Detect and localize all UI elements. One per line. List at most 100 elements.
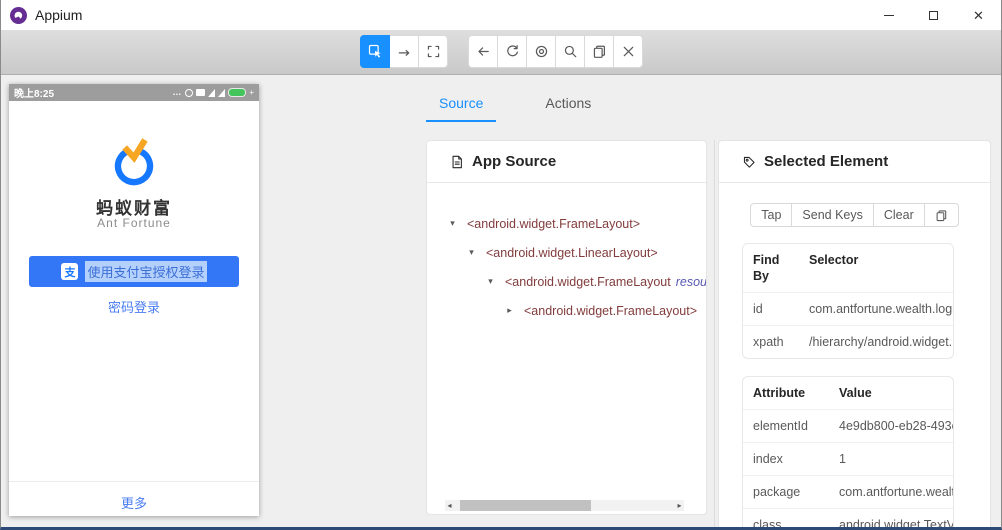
battery-icon <box>228 88 247 97</box>
tab-source[interactable]: Source <box>426 88 497 122</box>
minimize-icon <box>883 14 894 16</box>
xml-attribute: resou <box>675 274 706 289</box>
caret-down-icon[interactable]: ▾ <box>466 247 477 258</box>
tap-by-coordinates-button[interactable] <box>418 35 448 68</box>
tree-node[interactable]: ▾ <android.widget.FrameLayout resou <box>427 267 706 296</box>
eye-icon <box>535 45 547 58</box>
attribute-table: Attribute Value elementId 4e9db800-eb28-493… <box>742 376 954 530</box>
caret-right-icon[interactable]: ▸ <box>504 305 515 316</box>
more-link[interactable]: 更多 <box>9 493 259 512</box>
row-value: 4e9db800-eb28-493e-a867-3af <box>839 419 953 433</box>
row-value: com.antfortune.wealth <box>839 485 953 499</box>
alipay-login-label: 使用支付宝授权登录 <box>85 261 207 282</box>
find-by-table: Find By Selector id com.antfortune.wealth.l… <box>742 243 954 359</box>
brand-name-en: Ant Fortune <box>97 216 171 230</box>
alipay-login-button[interactable]: 支 使用支付宝授权登录 <box>29 256 239 287</box>
search-icon <box>564 45 576 58</box>
select-elements-button[interactable] <box>360 35 390 68</box>
row-value: /hierarchy/android.widget.FrameLayout <box>809 335 953 349</box>
xml-tag: <android.widget.LinearLayout> <box>486 245 658 260</box>
row-value: android.widget.TextVi <box>839 518 953 530</box>
selected-element-panel: Selected Element Tap Send Keys Clear Fin… <box>718 140 991 530</box>
device-time: 晚上8:25 <box>14 89 55 100</box>
panel-divider <box>714 140 715 527</box>
document-icon <box>452 155 462 168</box>
column-header: Value <box>839 386 872 400</box>
minimize-button[interactable] <box>866 0 911 30</box>
caret-down-icon[interactable]: ▾ <box>447 218 458 229</box>
signal-icon <box>208 88 216 97</box>
alarm-icon <box>185 88 194 97</box>
close-button[interactable]: ✕ <box>956 0 1001 30</box>
session-actions-group <box>468 35 643 68</box>
message-icon <box>196 89 206 96</box>
selected-element-title: Selected Element <box>764 153 889 170</box>
inspector-tabs: Source Actions <box>426 88 604 122</box>
ant-fortune-logo-icon <box>107 134 161 193</box>
send-keys-button[interactable]: Send Keys <box>791 203 874 227</box>
appium-inspector-window: Appium ✕ 晚上8:25 … + 蚂蚁财富 Ant Fortune 支 使… <box>0 0 1002 530</box>
device-screenshot[interactable]: 晚上8:25 … + 蚂蚁财富 Ant Fortune 支 使用支付宝授权登录 … <box>9 84 259 516</box>
table-row: xpath/hierarchy/android.widget.FrameLayo… <box>743 325 953 358</box>
xml-tag: <android.widget.FrameLayout <box>505 274 671 289</box>
element-actions: Tap Send Keys Clear <box>719 203 990 227</box>
table-row: package com.antfortune.wealth <box>743 475 953 508</box>
caret-down-icon[interactable]: ▾ <box>485 276 496 287</box>
column-header: Selector <box>809 253 859 267</box>
copy-attributes-button[interactable] <box>923 203 959 227</box>
swipe-arrow-icon <box>398 49 409 56</box>
source-tree: ▾ <android.widget.FrameLayout> ▾ <android.w… <box>427 183 706 325</box>
refresh-button[interactable] <box>497 35 527 68</box>
titlebar: Appium ✕ <box>1 0 1001 30</box>
table-row: class android.widget.TextVi <box>743 508 953 530</box>
scroll-right-icon[interactable]: ▸ <box>675 501 684 510</box>
more-dots-icon: … <box>172 87 183 97</box>
appium-logo-icon <box>10 6 27 24</box>
quit-session-button[interactable] <box>613 35 643 68</box>
tap-button[interactable]: Tap <box>750 203 793 227</box>
tag-icon <box>743 156 755 168</box>
device-footer-divider <box>9 481 259 482</box>
app-source-header: App Source <box>427 141 706 183</box>
signal-icon <box>218 88 226 97</box>
row-key: elementId <box>753 419 808 433</box>
app-source-title: App Source <box>472 153 557 170</box>
copy-icon <box>593 45 605 58</box>
swipe-by-coordinates-button[interactable] <box>389 35 419 68</box>
table-row: id com.antfortune.wealth.login:id/login_a… <box>743 292 953 325</box>
clear-button[interactable]: Clear <box>872 203 925 227</box>
screenshot-view-button[interactable] <box>526 35 556 68</box>
back-button[interactable] <box>468 35 498 68</box>
maximize-button[interactable] <box>911 0 956 30</box>
row-value: com.antfortune.wealth.login:id/login_aut… <box>809 302 953 316</box>
horizontal-scrollbar[interactable]: ◂ ▸ <box>445 500 684 511</box>
window-title: Appium <box>35 7 83 23</box>
xml-tag: <android.widget.FrameLayout> <box>467 216 641 231</box>
row-key: package <box>753 485 801 499</box>
password-login-link[interactable]: 密码登录 <box>9 297 259 316</box>
scroll-left-icon[interactable]: ◂ <box>445 501 454 510</box>
copy-xml-source-button[interactable] <box>584 35 614 68</box>
tab-actions[interactable]: Actions <box>532 88 604 122</box>
row-key: index <box>753 452 783 466</box>
table-header-row: Find By Selector <box>743 244 953 292</box>
column-header: Find By <box>753 253 780 283</box>
table-header-row: Attribute Value <box>743 377 953 409</box>
scrollbar-thumb[interactable] <box>460 500 591 511</box>
interaction-mode-group <box>360 35 448 68</box>
scrollbar-track[interactable] <box>454 500 675 511</box>
maximize-icon <box>929 10 938 20</box>
refresh-icon <box>506 45 518 57</box>
window-controls: ✕ <box>866 0 1001 30</box>
tree-node[interactable]: ▾ <android.widget.FrameLayout> <box>427 209 706 238</box>
table-row: index 1 <box>743 442 953 475</box>
tree-node[interactable]: ▾ <android.widget.LinearLayout> <box>427 238 706 267</box>
table-row: elementId 4e9db800-eb28-493e-a867-3af <box>743 409 953 442</box>
app-source-panel: App Source ▾ <android.widget.FrameLayout>… <box>426 140 707 515</box>
search-for-element-button[interactable] <box>555 35 585 68</box>
row-key: class <box>753 518 782 530</box>
select-cursor-icon <box>368 44 381 58</box>
row-key: xpath <box>753 335 784 349</box>
selected-element-header: Selected Element <box>719 141 990 183</box>
tree-node[interactable]: ▸ <android.widget.FrameLayout> <box>427 296 706 325</box>
